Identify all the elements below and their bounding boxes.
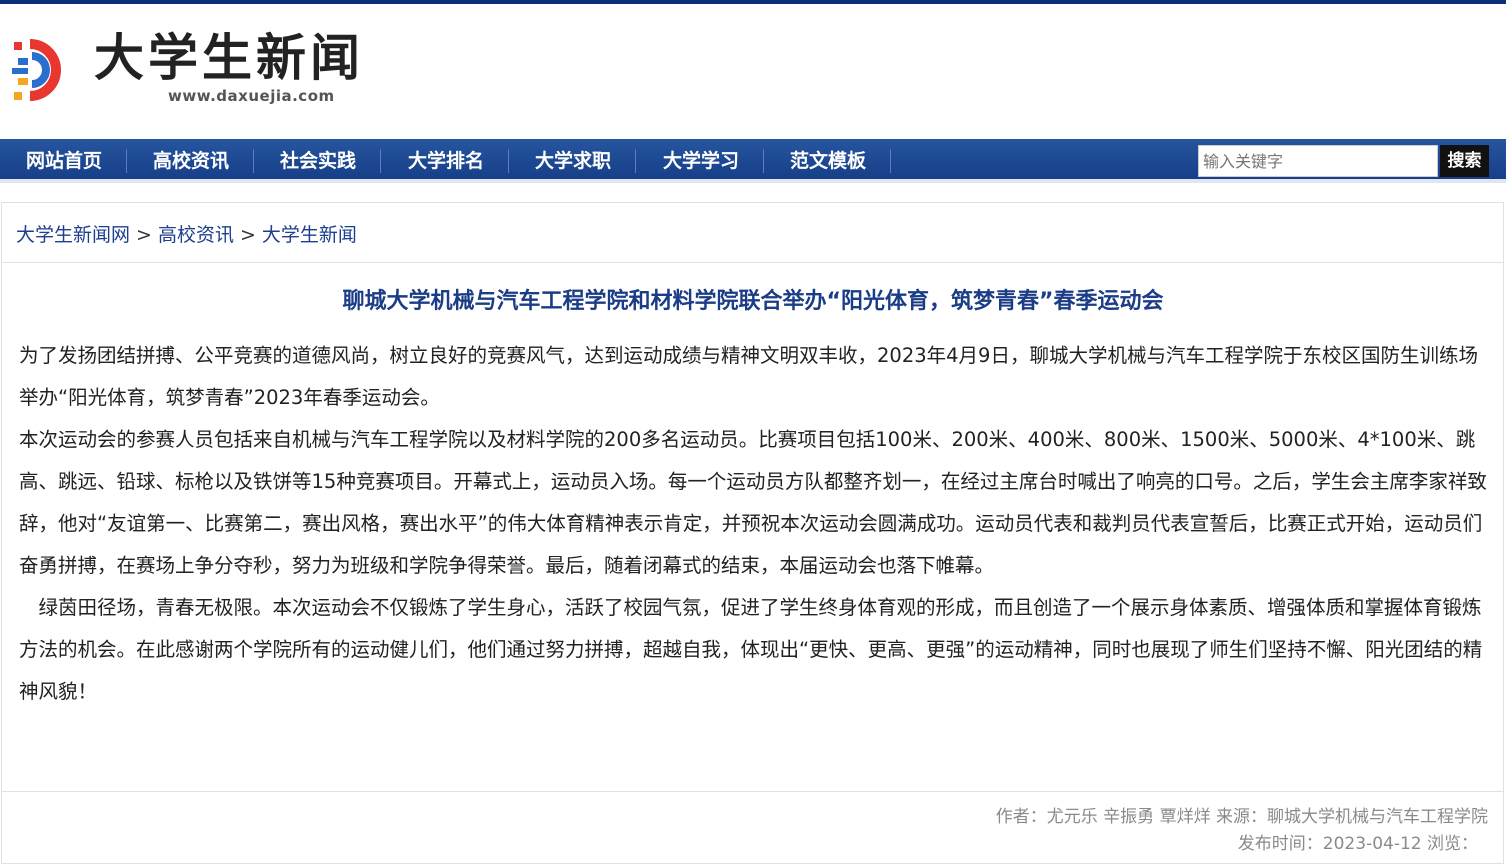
article-paragraph: 为了发扬团结拼搏、公平竞赛的道德风尚，树立良好的竞赛风气，达到运动成绩与精神文明… (19, 344, 1478, 409)
search-button[interactable]: 搜索 (1440, 145, 1489, 177)
nav-separator (890, 149, 891, 173)
nav-item-home[interactable]: 网站首页 (14, 139, 114, 183)
nav-item-rankings[interactable]: 大学排名 (396, 139, 496, 183)
site-header: 大学生新闻 www.daxuejia.com (0, 4, 1506, 139)
site-url: www.daxuejia.com (168, 87, 335, 105)
nav-item-jobs[interactable]: 大学求职 (523, 139, 623, 183)
article-author-source: 作者：尤元乐 辛振勇 覃烊烊 来源：聊城大学机械与汽车工程学院 (995, 807, 1488, 827)
nav-item-college-news[interactable]: 高校资讯 (141, 139, 241, 183)
breadcrumb-separator: > (239, 224, 256, 246)
nav-separator (126, 149, 127, 173)
nav-separator (253, 149, 254, 173)
breadcrumb-link-student-news[interactable]: 大学生新闻 (262, 224, 357, 246)
site-logo-icon[interactable] (10, 34, 82, 106)
nav-item-templates[interactable]: 范文模板 (778, 139, 878, 183)
nav-item-study[interactable]: 大学学习 (651, 139, 751, 183)
breadcrumb-divider (1, 262, 1504, 263)
nav-separator (508, 149, 509, 173)
article-title: 聊城大学机械与汽车工程学院和材料学院联合举办“阳光体育，筑梦青春”春季运动会 (342, 289, 1164, 314)
article-body: 为了发扬团结拼搏、公平竞赛的道德风尚，树立良好的竞赛风气，达到运动成绩与精神文明… (19, 335, 1489, 713)
article-paragraph: 绿茵田径场，青春无极限。本次运动会不仅锻炼了学生身心，活跃了校园气氛，促进了学生… (19, 596, 1483, 703)
nav-item-social-practice[interactable]: 社会实践 (268, 139, 368, 183)
nav-separator (635, 149, 636, 173)
breadcrumb-link-college-news[interactable]: 高校资讯 (158, 224, 234, 246)
nav-separator (763, 149, 764, 173)
search-input[interactable] (1198, 145, 1438, 177)
nav-separator (380, 149, 381, 173)
article-publish-info: 发布时间：2023-04-12 浏览： (1237, 834, 1478, 854)
breadcrumb-separator: > (136, 224, 152, 246)
meta-divider (1, 791, 1504, 792)
breadcrumb-link-home[interactable]: 大学生新闻网 (16, 224, 130, 246)
article-paragraph: 本次运动会的参赛人员包括来自机械与汽车工程学院以及材料学院的200多名运动员。比… (19, 428, 1487, 577)
breadcrumb: 大学生新闻网 > 高校资讯 > 大学生新闻 (16, 220, 357, 247)
site-name[interactable]: 大学生新闻 (94, 30, 364, 86)
